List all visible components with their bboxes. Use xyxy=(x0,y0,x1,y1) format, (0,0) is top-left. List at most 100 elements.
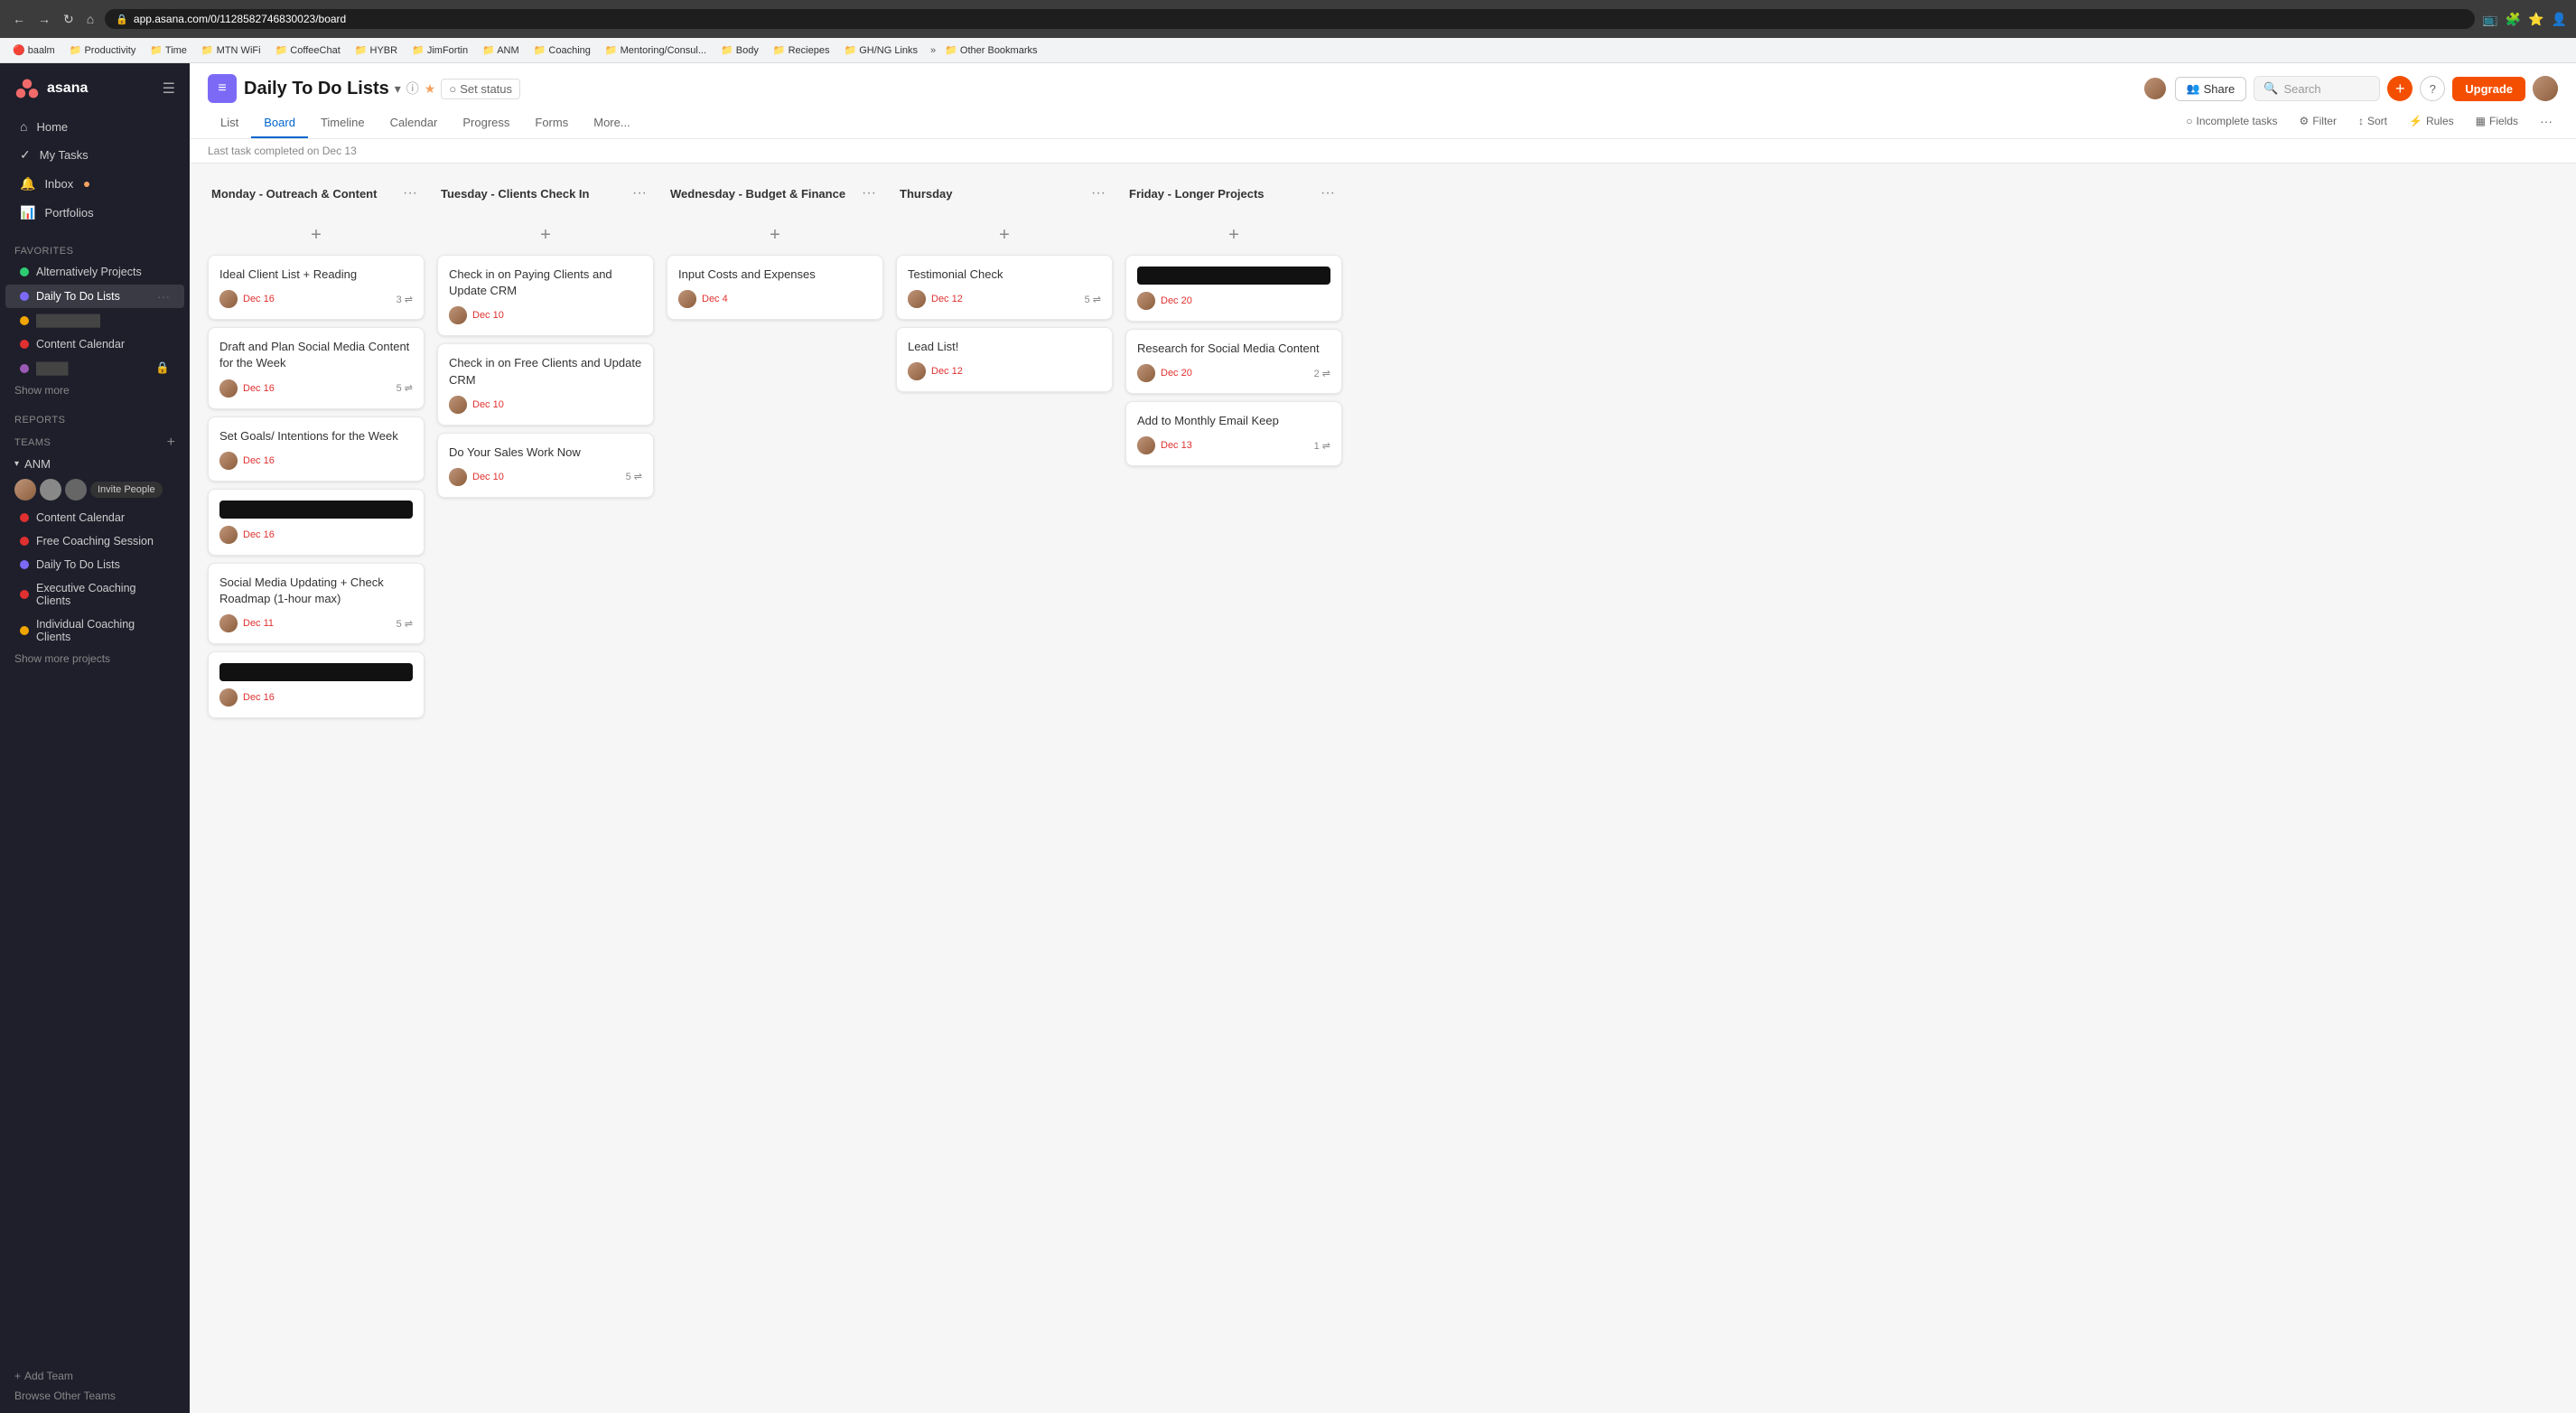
tab-calendar[interactable]: Calendar xyxy=(378,108,451,138)
back-button[interactable]: ← xyxy=(9,10,29,28)
card-research-social[interactable]: Research for Social Media Content Dec 20… xyxy=(1125,329,1342,394)
bookmark-hybr[interactable]: 📁 HYBR xyxy=(350,42,403,58)
card-ideal-client[interactable]: Ideal Client List + Reading Dec 16 3 ⇌ xyxy=(208,255,425,320)
column-friday-menu[interactable]: ··· xyxy=(1317,183,1339,203)
tab-more[interactable]: More... xyxy=(581,108,642,138)
bookmark-mtn[interactable]: 📁 MTN WiFi xyxy=(196,42,266,58)
profile-icon[interactable]: 👤 xyxy=(2552,12,2567,27)
card-avatar xyxy=(1137,436,1155,454)
search-icon: 🔍 xyxy=(2263,81,2278,96)
title-star-icon[interactable]: ★ xyxy=(425,81,436,97)
forward-button[interactable]: → xyxy=(34,10,54,28)
column-tuesday-menu[interactable]: ··· xyxy=(629,183,650,203)
sidebar-team-project-individual-coaching[interactable]: Individual Coaching Clients xyxy=(5,613,184,648)
sidebar-team-project-free-coaching[interactable]: Free Coaching Session xyxy=(5,530,184,552)
bookmark-coaching[interactable]: 📁 Coaching xyxy=(528,42,596,58)
card-add-monthly-email[interactable]: Add to Monthly Email Keep Dec 13 1 ⇌ xyxy=(1125,401,1342,466)
upgrade-button[interactable]: Upgrade xyxy=(2452,77,2525,101)
sidebar-item-my-tasks[interactable]: ✓ My Tasks xyxy=(5,141,184,169)
sidebar-project-alternatively[interactable]: Alternatively Projects xyxy=(5,261,184,283)
bookmarks-more[interactable]: » xyxy=(930,45,936,56)
title-info-icon[interactable]: ⓘ xyxy=(406,80,419,98)
share-button[interactable]: 👥 Share xyxy=(2175,77,2247,101)
column-wednesday-menu[interactable]: ··· xyxy=(858,183,880,203)
show-more-projects[interactable]: Show more projects xyxy=(0,649,190,669)
column-monday-menu[interactable]: ··· xyxy=(399,183,421,203)
sidebar-team-project-exec-coaching[interactable]: Executive Coaching Clients xyxy=(5,577,184,612)
sidebar-team-project-daily-todo[interactable]: Daily To Do Lists xyxy=(5,554,184,575)
card-do-sales[interactable]: Do Your Sales Work Now Dec 10 5 ⇌ xyxy=(437,433,654,498)
title-dropdown-icon[interactable]: ▾ xyxy=(395,81,401,97)
bookmark-star-icon[interactable]: ⭐ xyxy=(2528,12,2543,27)
sidebar-item-inbox[interactable]: 🔔 Inbox xyxy=(5,170,184,198)
add-card-monday-button[interactable]: + xyxy=(213,221,419,249)
tab-forms[interactable]: Forms xyxy=(522,108,581,138)
bookmark-anm[interactable]: 📁 ANM xyxy=(477,42,525,58)
project-more-icon[interactable]: ··· xyxy=(157,289,170,304)
bookmark-other[interactable]: 📁 Other Bookmarks xyxy=(939,42,1042,58)
sidebar-project-daily[interactable]: Daily To Do Lists ··· xyxy=(5,285,184,308)
extensions-icon[interactable]: 🧩 xyxy=(2506,12,2521,27)
add-card-wednesday-button[interactable]: + xyxy=(672,221,878,249)
bookmark-ghng[interactable]: 📁 GH/NG Links xyxy=(838,42,923,58)
bookmark-productivity[interactable]: 📁 Productivity xyxy=(64,42,142,58)
sidebar-project-redacted1[interactable]: ████████ xyxy=(5,310,184,332)
fields-button[interactable]: ▦ Fields xyxy=(2470,112,2524,130)
card-draft-social[interactable]: Draft and Plan Social Media Content for … xyxy=(208,327,425,408)
add-card-friday-button[interactable]: + xyxy=(1131,221,1337,249)
card-check-free-clients[interactable]: Check in on Free Clients and Update CRM … xyxy=(437,343,654,425)
home-button[interactable]: ⌂ xyxy=(83,10,98,28)
add-team-icon[interactable]: + xyxy=(167,435,175,451)
rules-button[interactable]: ⚡ Rules xyxy=(2403,112,2459,130)
help-button[interactable]: ? xyxy=(2420,76,2445,101)
bookmark-time[interactable]: 📁 Time xyxy=(145,42,192,58)
toolbar-more-icon[interactable]: ··· xyxy=(2534,110,2558,132)
create-button[interactable]: + xyxy=(2387,76,2413,101)
incomplete-tasks-filter[interactable]: ○ Incomplete tasks xyxy=(2180,112,2282,130)
card-redacted-2[interactable]: Dec 16 xyxy=(208,651,425,718)
filter-button[interactable]: ⚙ Filter xyxy=(2294,112,2342,130)
cast-icon[interactable]: 📺 xyxy=(2482,12,2497,27)
show-more-favorites[interactable]: Show more xyxy=(0,380,190,400)
card-check-paying-clients[interactable]: Check in on Paying Clients and Update CR… xyxy=(437,255,654,336)
tab-board[interactable]: Board xyxy=(251,108,308,138)
card-testimonial-check[interactable]: Testimonial Check Dec 12 5 ⇌ xyxy=(896,255,1113,320)
card-redacted-1[interactable]: Dec 16 xyxy=(208,489,425,556)
tab-list[interactable]: List xyxy=(208,108,251,138)
sidebar-item-home[interactable]: ⌂ Home xyxy=(5,113,184,140)
card-redacted-friday-1[interactable]: Dec 20 xyxy=(1125,255,1342,322)
last-task-text: Last task completed on Dec 13 xyxy=(208,145,357,157)
tab-timeline[interactable]: Timeline xyxy=(308,108,378,138)
card-lead-list[interactable]: Lead List! Dec 12 xyxy=(896,327,1113,392)
column-thursday-menu[interactable]: ··· xyxy=(1087,183,1109,203)
sidebar-team-project-content-calendar[interactable]: Content Calendar xyxy=(5,507,184,529)
card-input-costs[interactable]: Input Costs and Expenses Dec 4 xyxy=(667,255,883,320)
add-team-icon: + xyxy=(14,1370,21,1382)
invite-people-button[interactable]: Invite People xyxy=(90,482,163,498)
bookmark-jimfortin[interactable]: 📁 JimFortin xyxy=(406,42,473,58)
bookmark-mentoring[interactable]: 📁 Mentoring/Consul... xyxy=(600,42,712,58)
add-team-button[interactable]: + Add Team xyxy=(14,1366,175,1386)
bookmark-reciepes[interactable]: 📁 Reciepes xyxy=(768,42,835,58)
user-avatar[interactable] xyxy=(2533,76,2558,101)
add-card-tuesday-button[interactable]: + xyxy=(443,221,649,249)
team-anm-header[interactable]: ▾ ANM xyxy=(0,453,190,475)
tab-progress[interactable]: Progress xyxy=(450,108,522,138)
browse-other-teams-link[interactable]: Browse Other Teams xyxy=(14,1386,175,1406)
sidebar-toggle-icon[interactable]: ☰ xyxy=(163,80,175,98)
asana-logo[interactable]: asana xyxy=(14,76,88,101)
bookmark-coffeechat[interactable]: 📁 CoffeeChat xyxy=(270,42,346,58)
add-card-thursday-button[interactable]: + xyxy=(901,221,1107,249)
address-bar[interactable]: 🔒 app.asana.com/0/1128582746830023/board xyxy=(105,9,2475,29)
sidebar-item-portfolios[interactable]: 📊 Portfolios xyxy=(5,199,184,227)
sidebar-project-content-calendar[interactable]: Content Calendar xyxy=(5,333,184,355)
bookmark-baalm[interactable]: 🔴 baalm xyxy=(7,42,61,58)
set-status-button[interactable]: ○ Set status xyxy=(441,79,520,99)
search-box[interactable]: 🔍 Search xyxy=(2254,76,2380,101)
card-set-goals[interactable]: Set Goals/ Intentions for the Week Dec 1… xyxy=(208,416,425,482)
card-social-updating[interactable]: Social Media Updating + Check Roadmap (1… xyxy=(208,563,425,644)
refresh-button[interactable]: ↻ xyxy=(60,10,78,29)
bookmark-body[interactable]: 📁 Body xyxy=(715,42,764,58)
sort-button[interactable]: ↕ Sort xyxy=(2353,112,2393,130)
sidebar-project-redacted2[interactable]: ████ 🔒 xyxy=(5,357,184,379)
